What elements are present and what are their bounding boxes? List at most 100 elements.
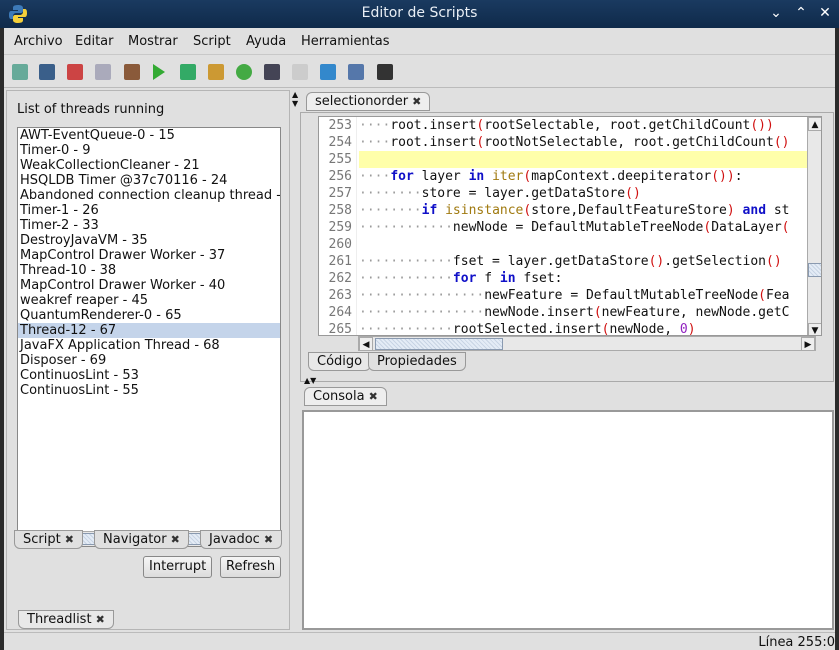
code-token: in	[468, 169, 485, 184]
splitter-arrows-icon[interactable]: ▲▼	[292, 90, 298, 108]
tab-selectionorder[interactable]: selectionorder ✖	[306, 92, 431, 111]
line-number: 262	[328, 271, 352, 286]
tab-threadlist[interactable]: Threadlist ✖	[18, 610, 114, 629]
code-token: Fea	[766, 288, 790, 303]
thread-item[interactable]: JavaFX Application Thread - 68	[18, 338, 280, 353]
code-line: ········store = layer.getDataStore()	[359, 185, 807, 202]
paste-icon[interactable]	[124, 64, 140, 80]
scroll-down-arrow[interactable]: ▼	[808, 323, 821, 335]
close-icon[interactable]: ✖	[369, 390, 378, 403]
thread-item[interactable]: ContinuosLint - 53	[18, 368, 280, 383]
close-icon[interactable]: ✖	[412, 95, 421, 108]
menu-script[interactable]: Script	[193, 34, 231, 49]
code-token: ············	[359, 220, 453, 235]
thread-item[interactable]: Thread-10 - 38	[18, 263, 280, 278]
minimize-button[interactable]: ⌄	[767, 4, 785, 22]
code-token: ())	[750, 118, 774, 133]
thread-item[interactable]: Timer-1 - 26	[18, 203, 280, 218]
scroll-up-arrow[interactable]: ▲	[808, 117, 821, 131]
thread-item[interactable]: HSQLDB Timer @37c70116 - 24	[18, 173, 280, 188]
save-icon[interactable]	[39, 64, 55, 80]
code-token: in	[499, 271, 516, 286]
vertical-scrollbar[interactable]: ▲ ▼	[807, 117, 821, 335]
close-icon[interactable]: ✖	[171, 533, 180, 546]
splitter-arrows-icon[interactable]: ▲▼	[304, 377, 316, 385]
code-token: newFeature, newNode.getC	[601, 305, 790, 320]
toolbar	[4, 56, 835, 88]
code-token: fset:	[515, 271, 563, 286]
thread-item[interactable]: Thread-12 - 67	[18, 323, 280, 338]
thread-item[interactable]: WeakCollectionCleaner - 21	[18, 158, 280, 173]
line-number: 261	[328, 254, 352, 269]
code-token: for	[452, 271, 477, 286]
run-icon[interactable]	[153, 64, 165, 80]
menu-editar[interactable]: Editar	[75, 34, 114, 49]
search-icon[interactable]	[292, 64, 308, 80]
refresh-button[interactable]: Refresh	[220, 556, 282, 578]
code-token: ())	[711, 169, 735, 184]
console-output[interactable]	[302, 410, 834, 630]
menu-ayuda[interactable]: Ayuda	[246, 34, 286, 49]
terminal-icon[interactable]	[377, 64, 393, 80]
thread-item[interactable]: Timer-0 - 9	[18, 143, 280, 158]
thread-list[interactable]: AWT-EventQueue-0 - 15 Timer-0 - 9 WeakColl…	[17, 127, 281, 547]
code-token: DataLayer	[711, 220, 782, 235]
thread-item[interactable]: Abandoned connection cleanup thread - 2	[18, 188, 280, 203]
thread-item[interactable]: DestroyJavaVM - 35	[18, 233, 280, 248]
code-line	[359, 151, 807, 168]
close-button[interactable]: ✕	[816, 4, 834, 22]
thread-item[interactable]: AWT-EventQueue-0 - 15	[18, 128, 280, 143]
thread-item[interactable]: MapControl Drawer Worker - 40	[18, 278, 280, 293]
tab-script[interactable]: Script ✖	[14, 530, 83, 549]
tab-navigator[interactable]: Navigator ✖	[94, 530, 189, 549]
check-icon[interactable]	[236, 64, 252, 80]
code-token: 0	[679, 322, 688, 336]
close-icon[interactable]: ✖	[65, 533, 74, 546]
scroll-right-arrow[interactable]: ▶	[801, 337, 815, 351]
menu-mostrar[interactable]: Mostrar	[128, 34, 178, 49]
scroll-left-arrow[interactable]: ◀	[359, 337, 373, 351]
maximize-button[interactable]: ⌃	[792, 4, 810, 22]
menu-archivo[interactable]: Archivo	[14, 34, 63, 49]
tab-propiedades[interactable]: Propiedades	[368, 352, 466, 371]
thread-item[interactable]: Disposer - 69	[18, 353, 280, 368]
tab-javadoc[interactable]: Javadoc ✖	[200, 530, 283, 549]
code-token: root.insert	[390, 118, 477, 133]
scroll-thumb[interactable]	[375, 338, 503, 350]
code-line: ············for f in fset:	[359, 270, 807, 287]
code-area[interactable]: ····root.insert(rootSelectable, root.get…	[359, 117, 807, 336]
line-number: 255	[328, 152, 352, 167]
add-icon[interactable]	[320, 64, 336, 80]
thread-item[interactable]: MapControl Drawer Worker - 37	[18, 248, 280, 263]
list-icon[interactable]	[264, 64, 280, 80]
close-icon[interactable]: ✖	[96, 613, 105, 626]
tab-consola[interactable]: Consola ✖	[304, 387, 387, 406]
code-token: )	[726, 203, 735, 218]
code-line: ············rootSelected.insert(newNode,…	[359, 321, 807, 336]
tab-label: selectionorder	[315, 94, 409, 109]
scroll-thumb[interactable]	[808, 263, 821, 277]
thread-item[interactable]: weakref reaper - 45	[18, 293, 280, 308]
thread-item[interactable]: ContinuosLint - 55	[18, 383, 280, 398]
code-token: (	[781, 220, 790, 235]
copy-icon[interactable]	[95, 64, 111, 80]
code-editor[interactable]: 253 254 255 256 257 258 259 260 261 262 263 264 265 …	[318, 116, 822, 336]
editor-horizontal-scrollbar[interactable]: ◀ ▶	[358, 336, 816, 351]
menu-herramientas[interactable]: Herramientas	[301, 34, 390, 49]
code-token: fset = layer.getDataStore	[452, 254, 649, 269]
menu-bar: Archivo Editar Mostrar Script Ayuda Herramien…	[4, 28, 835, 55]
line-number: 257	[328, 186, 352, 201]
cut-icon[interactable]	[67, 64, 83, 80]
thread-item[interactable]: QuantumRenderer-0 - 65	[18, 308, 280, 323]
run-config-icon[interactable]	[180, 64, 196, 80]
debug-icon[interactable]	[208, 64, 224, 80]
docs-icon[interactable]	[348, 64, 364, 80]
tab-codigo[interactable]: Código	[308, 352, 372, 371]
interrupt-button[interactable]: Interrupt	[143, 556, 213, 578]
new-icon[interactable]	[12, 64, 28, 80]
code-token: .getSelection	[664, 254, 766, 269]
close-icon[interactable]: ✖	[264, 533, 273, 546]
thread-item[interactable]: Timer-2 - 33	[18, 218, 280, 233]
